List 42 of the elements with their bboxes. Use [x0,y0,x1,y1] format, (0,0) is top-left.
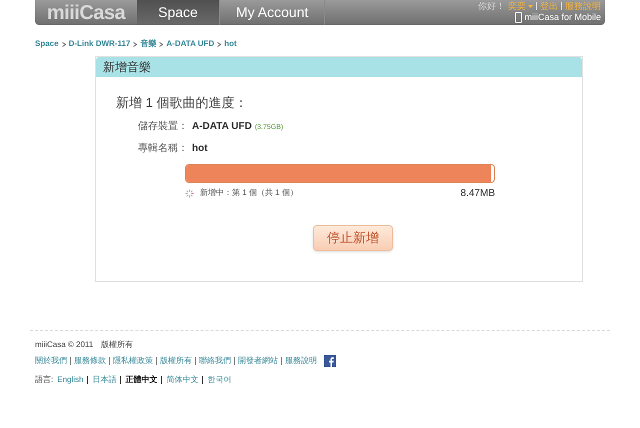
footer-link[interactable]: 開發者網站 [238,355,278,367]
footer-link[interactable]: 聯絡我們 [199,355,231,367]
stop-button[interactable]: 停止新增 [313,224,393,250]
language-link[interactable]: 한국어 [207,374,232,386]
rights-text: 版權所有 [101,339,134,351]
nav-tab[interactable]: Space [137,0,220,25]
chevron-icon [217,42,222,46]
field-value: hot [192,142,208,156]
footer-link[interactable]: 關於我們 [35,355,67,367]
phone-icon [515,12,522,24]
language-link[interactable]: 正體中文 [125,374,158,386]
card-title: 新增音樂 [96,57,582,77]
spinner-icon [185,188,194,198]
footer-link[interactable]: 服務說明 [285,355,317,367]
chevron-icon [159,42,164,46]
language-link[interactable]: English [57,374,84,386]
copyright-text: miiiCasa © 2011 [35,339,94,351]
footer-link[interactable]: 隱私權政策 [113,355,153,367]
progress-heading: 新增 1 個歌曲的進度： [116,94,248,112]
logo[interactable]: miiiCasa [35,0,137,25]
facebook-icon[interactable] [324,355,336,367]
size-text: 8.47MB [460,186,495,200]
field-label: 儲存裝置： [138,120,189,134]
language-link[interactable]: 简体中文 [166,374,198,386]
breadcrumb-link[interactable]: Space [35,38,59,50]
breadcrumb-link[interactable]: D-Link DWR-117 [68,38,130,50]
chevron-icon [62,42,66,46]
status-text: 新增中：第 1 個（共 1 個） [200,187,298,199]
language-link[interactable]: 日本語 [92,374,116,386]
breadcrumb-link[interactable]: A-DATA UFD [166,38,214,50]
language-label: 語言: [35,374,54,386]
breadcrumb-link[interactable]: hot [224,38,237,50]
field-label: 專輯名稱： [138,142,189,156]
greeting-text: 你好！ [478,1,505,11]
footer-link[interactable]: 版權所有 [160,355,192,367]
chevron-icon [133,42,138,46]
footer-link[interactable]: 服務條款 [74,355,106,367]
caret-icon [528,4,533,8]
nav-tab[interactable]: My Account [220,0,326,25]
field-value: A-DATA UFD [192,120,252,134]
breadcrumb-link[interactable]: 音樂 [140,38,156,50]
mobile-link[interactable]: miiiCasa for Mobile [524,11,601,24]
